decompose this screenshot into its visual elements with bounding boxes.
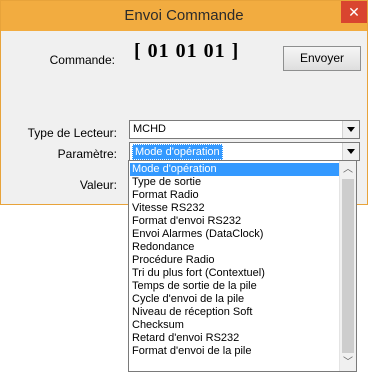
close-icon: ✕	[348, 4, 360, 20]
dropdown-option[interactable]: Mode d'opération	[130, 163, 339, 176]
close-button[interactable]: ✕	[341, 1, 367, 23]
reader-type-value: MCHD	[133, 123, 166, 135]
send-button[interactable]: Envoyer	[283, 46, 361, 71]
parameter-value: Mode d'opération	[132, 144, 223, 160]
parameter-select[interactable]: Mode d'opération	[129, 142, 360, 161]
dropdown-option[interactable]: Format Radio	[130, 189, 339, 202]
scroll-thumb[interactable]	[342, 179, 354, 353]
dropdown-option[interactable]: Format d'envoi RS232	[130, 215, 339, 228]
dropdown-option[interactable]: Tri du plus fort (Contextuel)	[130, 267, 339, 280]
dropdown-option[interactable]: Checksum	[130, 319, 339, 332]
chevron-down-icon	[347, 149, 355, 154]
dropdown-scrollbar[interactable]: ︿ ﹀	[339, 161, 356, 371]
command-label: Commande:	[49, 53, 115, 67]
scroll-up-button[interactable]: ︿	[340, 161, 356, 178]
dropdown-option[interactable]: Type de sortie	[130, 176, 339, 189]
dropdown-option[interactable]: Retard d'envoi RS232	[130, 332, 339, 345]
dropdown-option[interactable]: Niveau de réception Soft	[130, 306, 339, 319]
dropdown-option[interactable]: Temps de sortie de la pile	[130, 280, 339, 293]
title-bar: Envoi Commande ✕	[1, 1, 367, 31]
reader-type-dropdown-button[interactable]	[342, 121, 359, 138]
command-value: [ 01 01 01 ]	[134, 40, 240, 62]
value-label: Valeur:	[79, 178, 117, 192]
reader-type-label: Type de Lecteur:	[27, 126, 117, 140]
parameter-dropdown-list[interactable]: Mode d'opération Type de sortie Format R…	[128, 160, 357, 372]
window-title: Envoi Commande	[124, 7, 244, 24]
dropdown-option[interactable]: Redondance	[130, 241, 339, 254]
chevron-down-icon: ﹀	[343, 357, 353, 368]
dropdown-option[interactable]: Format d'envoi de la pile	[130, 345, 339, 358]
dropdown-option[interactable]: Procédure Radio	[130, 254, 339, 267]
scroll-down-button[interactable]: ﹀	[340, 354, 356, 371]
chevron-down-icon	[347, 127, 355, 132]
chevron-up-icon: ︿	[343, 164, 353, 175]
dropdown-option[interactable]: Cycle d'envoi de la pile	[130, 293, 339, 306]
dropdown-option[interactable]: Envoi Alarmes (DataClock)	[130, 228, 339, 241]
parameter-dropdown-button[interactable]	[342, 143, 359, 160]
reader-type-select[interactable]: MCHD	[129, 120, 360, 139]
parameter-label: Paramètre:	[57, 147, 117, 161]
dropdown-option[interactable]: Vitesse RS232	[130, 202, 339, 215]
